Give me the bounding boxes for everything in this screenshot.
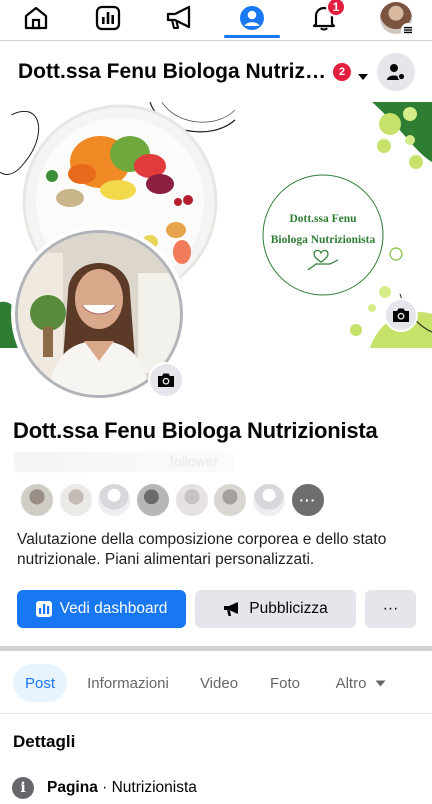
nav-profile[interactable] — [224, 0, 280, 38]
more-followers-button[interactable]: ··· — [290, 483, 325, 517]
edit-cover-button[interactable] — [384, 298, 418, 332]
page-category-label: Pagina — [47, 779, 98, 796]
cover-logo-line1: Dott.ssa Fenu — [289, 213, 357, 225]
avatar — [213, 483, 248, 517]
tab-video[interactable]: Video — [190, 664, 248, 702]
user-gear-icon — [387, 64, 406, 81]
dashboard-icon — [95, 5, 121, 31]
tabs-divider — [0, 713, 432, 714]
page-category-row: i Pagina · Nutrizionista — [12, 777, 197, 799]
avatar — [380, 2, 415, 37]
avatar — [174, 483, 209, 517]
follower-avatars[interactable]: ··· — [20, 483, 330, 519]
page-category-value: Nutrizionista — [111, 779, 197, 796]
more-actions-button[interactable]: ··· — [365, 590, 416, 628]
nav-notifications[interactable]: 1 — [296, 0, 352, 36]
tab-post[interactable]: Post — [13, 664, 67, 702]
promote-label: Pubblicizza — [249, 600, 328, 617]
camera-icon — [393, 308, 409, 322]
nav-home[interactable] — [8, 0, 64, 36]
nav-divider — [0, 40, 432, 41]
notifications-badge: 1 — [326, 0, 346, 17]
details-title: Dettagli — [13, 732, 76, 751]
top-navigation: 1 — [0, 0, 432, 40]
view-dashboard-label: Vedi dashboard — [59, 600, 168, 617]
page-bio: Valutazione della composizione corporea … — [17, 531, 387, 568]
page-category-separator: · — [97, 779, 112, 796]
view-dashboard-button[interactable]: Vedi dashboard — [17, 590, 186, 628]
switch-profile-button[interactable] — [377, 53, 415, 91]
tab-foto[interactable]: Foto — [260, 664, 310, 702]
tab-altro[interactable]: Altro — [326, 664, 396, 702]
avatar — [252, 483, 287, 517]
caret-down-icon — [375, 680, 386, 686]
followers-count[interactable]: follower — [14, 452, 234, 472]
avatar — [58, 483, 93, 517]
promote-button[interactable]: Pubblicizza — [195, 590, 356, 628]
avatar — [136, 483, 171, 517]
nav-ads[interactable] — [152, 0, 208, 36]
page-title: Dott.ssa Fenu Biologa Nutrizionista — [13, 418, 378, 443]
nav-menu[interactable] — [368, 0, 424, 37]
camera-icon — [158, 373, 174, 387]
page-switcher-title[interactable]: Dott.ssa Fenu Biologa Nutrizionista — [18, 60, 330, 84]
page-switcher-badge: 2 — [333, 63, 351, 81]
cover-logo-line2: Biologa Nutrizionista — [271, 234, 376, 246]
section-divider — [0, 646, 432, 651]
info-icon: i — [12, 777, 34, 799]
megaphone-icon — [224, 602, 239, 616]
avatar — [20, 483, 54, 517]
edit-profile-picture-button[interactable] — [148, 362, 184, 398]
profile-tabs: Post Informazioni Video Foto Altro — [0, 660, 432, 706]
caret-down-icon[interactable] — [357, 68, 369, 86]
megaphone-icon — [166, 5, 191, 30]
home-icon — [24, 6, 48, 30]
avatar — [97, 483, 132, 517]
tab-informazioni[interactable]: Informazioni — [80, 664, 176, 702]
nav-dashboard[interactable] — [80, 0, 136, 36]
tab-altro-label: Altro — [335, 674, 367, 692]
profile-icon — [240, 6, 264, 30]
dashboard-icon — [35, 601, 52, 617]
page-header: Dott.ssa Fenu Biologa Nutrizionista 2 — [0, 48, 432, 98]
menu-icon — [401, 23, 415, 37]
followers-label: follower — [170, 453, 219, 469]
